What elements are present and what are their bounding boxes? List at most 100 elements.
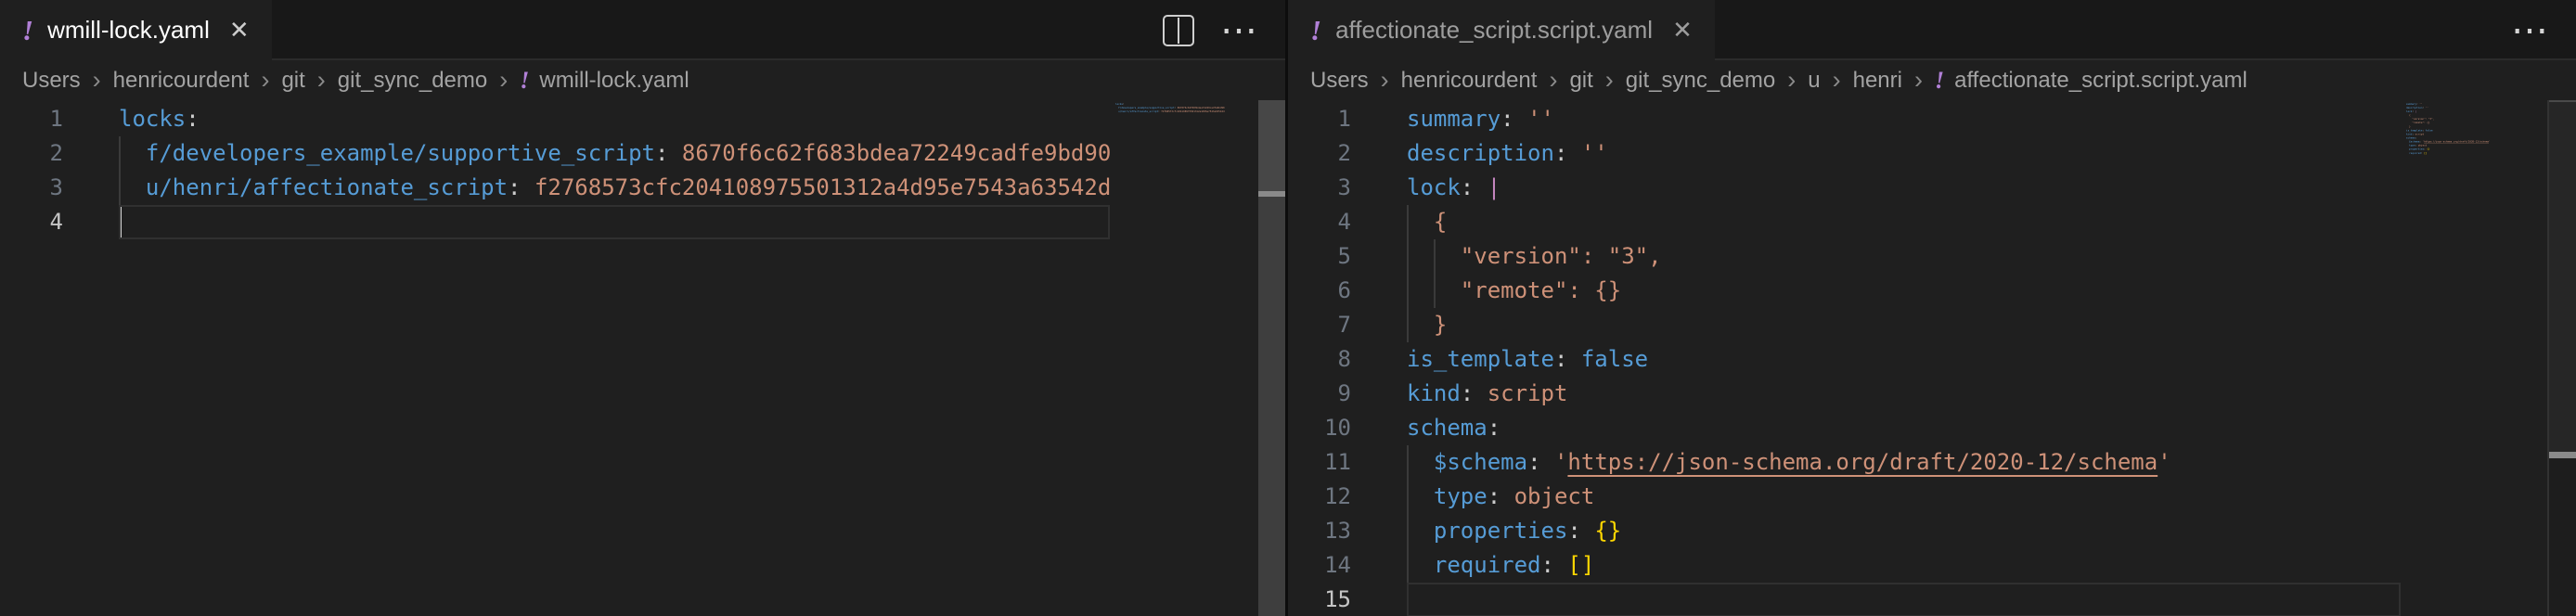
- code-token: https://json-schema.org/draft/2020-12/sc…: [1567, 449, 2157, 475]
- code-line[interactable]: description: '': [1407, 136, 2401, 171]
- minimap[interactable]: summary: ''description: ''lock: | { "ver…: [2401, 100, 2549, 616]
- code-line[interactable]: {: [1407, 205, 2401, 239]
- code-line[interactable]: required: []: [1407, 548, 2401, 583]
- breadcrumb: Users›henricourdent›git›git_sync_demo›u›…: [1288, 60, 2576, 100]
- indent-guide: [119, 171, 121, 205]
- breadcrumb-item[interactable]: henricourdent: [113, 68, 250, 94]
- editor-workbench: ! wmill-lock.yaml ✕ ⋯ Users › henricourden…: [0, 0, 2576, 616]
- code-token: [1407, 312, 1434, 338]
- breadcrumb-item[interactable]: henri: [1853, 68, 1902, 94]
- code-token: required: [2409, 151, 2421, 154]
- breadcrumb-item[interactable]: git_sync_demo: [338, 68, 487, 94]
- code-line[interactable]: u/henri/affectionate_script: f2768573cfc…: [119, 171, 1110, 205]
- code-line[interactable]: type: object: [1407, 480, 2401, 514]
- yaml-file-icon: !: [1935, 69, 1944, 93]
- code-line[interactable]: f/developers_example/supportive_script: …: [119, 136, 1110, 171]
- code-token: :: [1554, 346, 1567, 372]
- code-token: :: [1488, 483, 1501, 509]
- code-area[interactable]: locks: f/developers_example/supportive_s…: [119, 102, 1110, 616]
- code-line[interactable]: }: [1407, 308, 2401, 342]
- breadcrumb-item[interactable]: henricourdent: [1401, 68, 1538, 94]
- code-token: [1407, 449, 1434, 475]
- code-token: '': [2426, 107, 2428, 109]
- code-token: '': [2419, 102, 2422, 105]
- code-token: [1407, 209, 1434, 235]
- more-actions-icon[interactable]: ⋯: [2511, 17, 2550, 45]
- code-line[interactable]: [119, 205, 1110, 239]
- code-line[interactable]: schema:: [1407, 411, 2401, 445]
- code-token: []: [1567, 552, 1594, 578]
- editor-actions-right: ⋯: [2511, 0, 2576, 60]
- code-line[interactable]: $schema: 'https://json-schema.org/draft/…: [1407, 445, 2401, 480]
- code-token: {}: [1594, 518, 1621, 544]
- code-line[interactable]: summary: '': [1407, 102, 2401, 136]
- code-line[interactable]: locks:: [119, 102, 1110, 136]
- breadcrumb-file-label: wmill-lock.yaml: [539, 68, 689, 94]
- vertical-scrollbar[interactable]: [2547, 100, 2576, 616]
- breadcrumb: Users›henricourdent›git›git_sync_demo›!w…: [0, 60, 1285, 100]
- code-token: :: [655, 140, 668, 166]
- breadcrumb-separator-icon: ›: [499, 66, 508, 95]
- split-editor-icon[interactable]: [1163, 15, 1194, 46]
- breadcrumb-item[interactable]: git: [1569, 68, 1592, 94]
- editor-group-right: ! affectionate_script.script.yaml ✕ ⋯ Us…: [1288, 0, 2576, 616]
- code-editor-left[interactable]: 1234 locks: f/developers_example/support…: [0, 100, 1285, 616]
- code-token: is_template: [2406, 129, 2422, 132]
- vertical-scrollbar[interactable]: [1258, 100, 1285, 616]
- breadcrumb-separator-icon: ›: [1833, 66, 1841, 95]
- code-line[interactable]: is_template: false: [1407, 342, 2401, 377]
- close-tab-icon[interactable]: ✕: [1672, 16, 1693, 45]
- code-area[interactable]: summary: ''description: ''lock: | { "ver…: [1407, 102, 2401, 616]
- yaml-file-icon: !: [520, 69, 529, 93]
- code-line[interactable]: "version": "3",: [1407, 239, 2401, 274]
- code-token: [1541, 449, 1554, 475]
- breadcrumb-separator-icon: ›: [261, 66, 269, 95]
- code-line[interactable]: properties: {}: [1407, 514, 2401, 548]
- scrollbar-marker: [2549, 452, 2576, 458]
- scrollbar-marker: [1258, 191, 1285, 197]
- code-token: [1514, 106, 1527, 132]
- breadcrumb-item[interactable]: git_sync_demo: [1626, 68, 1775, 94]
- line-number-gutter: 123456789101112131415: [1288, 102, 1407, 616]
- code-line[interactable]: "remote": {}: [1407, 274, 2401, 308]
- tab-bar-right: ! affectionate_script.script.yaml ✕ ⋯: [1288, 0, 2576, 60]
- code-token: summary: [1407, 106, 1501, 132]
- code-token: :: [1461, 380, 1474, 406]
- breadcrumb-item[interactable]: u: [1808, 68, 1820, 94]
- line-number: 2: [0, 136, 119, 171]
- line-number: 4: [1288, 205, 1407, 239]
- code-token: [119, 174, 146, 200]
- minimap[interactable]: locks: f/developers_example/supportive_s…: [1110, 100, 1258, 616]
- tab-affectionate-script-yaml[interactable]: ! affectionate_script.script.yaml ✕: [1288, 0, 1715, 60]
- line-number: 10: [1288, 411, 1407, 445]
- minimap-line: [2406, 155, 2549, 159]
- indent-guide: [119, 136, 121, 171]
- breadcrumb-file[interactable]: !affectionate_script.script.yaml: [1935, 68, 2248, 94]
- code-token: ': [1554, 449, 1567, 475]
- code-token: false: [1581, 346, 1648, 372]
- scrollbar-thumb[interactable]: [2549, 100, 2576, 454]
- more-actions-icon[interactable]: ⋯: [1220, 17, 1259, 45]
- tab-wmill-lock-yaml[interactable]: ! wmill-lock.yaml ✕: [0, 0, 272, 60]
- line-number: 14: [1288, 548, 1407, 583]
- code-line[interactable]: kind: script: [1407, 377, 2401, 411]
- breadcrumb-item[interactable]: git: [281, 68, 304, 94]
- breadcrumb-item[interactable]: Users: [1310, 68, 1369, 94]
- code-token: "version": "3",: [1461, 243, 1662, 269]
- code-token: '': [1527, 106, 1554, 132]
- code-token: 8670f6c62f683bdea72249cadfe9bd90: [1178, 107, 1225, 109]
- editor-group-left: ! wmill-lock.yaml ✕ ⋯ Users › henricourden…: [0, 0, 1285, 616]
- code-line[interactable]: [1407, 583, 2401, 616]
- line-number: 9: [1288, 377, 1407, 411]
- code-editor-right[interactable]: 123456789101112131415 summary: ''descrip…: [1288, 100, 2576, 616]
- code-token: [1407, 552, 1434, 578]
- breadcrumb-item[interactable]: Users: [22, 68, 81, 94]
- breadcrumb-file[interactable]: ! wmill-lock.yaml: [520, 68, 689, 94]
- tab-label: affectionate_script.script.yaml: [1335, 16, 1653, 45]
- close-tab-icon[interactable]: ✕: [229, 16, 250, 45]
- code-line[interactable]: lock: |: [1407, 171, 2401, 205]
- scrollbar-thumb[interactable]: [1258, 100, 1285, 191]
- line-number: 6: [1288, 274, 1407, 308]
- editor-group-sash[interactable]: [1285, 0, 1288, 616]
- indent-guide: [1407, 308, 1409, 342]
